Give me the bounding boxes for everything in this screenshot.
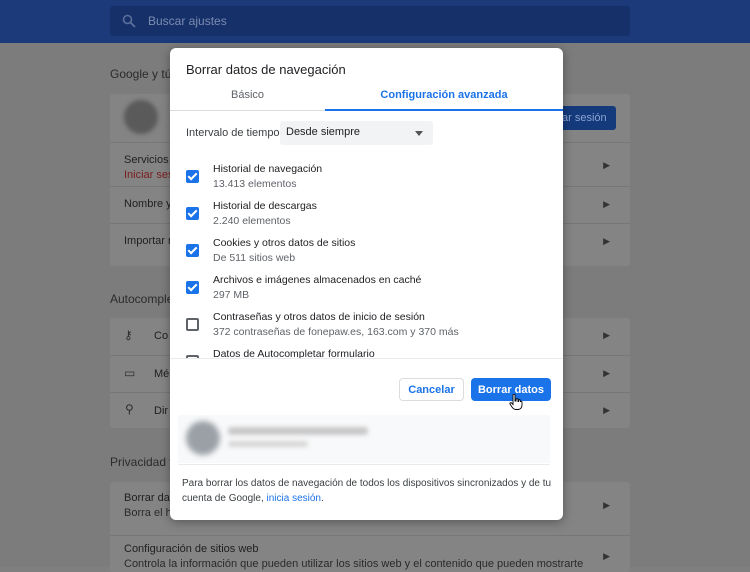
signin-link[interactable]: inicia sesión	[267, 493, 321, 504]
avatar	[186, 421, 220, 455]
list-item-download-history[interactable]: Historial de descargas 2.240 elementos	[170, 198, 563, 235]
sync-notice: Para borrar los datos de navegación de t…	[182, 478, 552, 504]
time-range-value: Desde siempre	[286, 126, 360, 138]
section-title-google: Google y tú	[110, 67, 172, 81]
account-email-blurred	[228, 441, 308, 447]
signin-button[interactable]: ar sesión	[556, 106, 616, 130]
checkbox-browsing-history[interactable]	[186, 170, 199, 183]
checkbox-download-history[interactable]	[186, 207, 199, 220]
avatar	[124, 100, 158, 134]
tab-basic[interactable]: Básico	[170, 89, 325, 111]
site-settings-row[interactable]: Configuración de sitios web Controla la …	[110, 535, 630, 572]
search-placeholder: Buscar ajustes	[148, 14, 227, 28]
time-range-select[interactable]: Desde siempre	[280, 121, 433, 145]
account-name-blurred	[228, 427, 368, 435]
account-info	[178, 415, 550, 463]
tab-advanced[interactable]: Configuración avanzada	[325, 89, 563, 111]
dialog-title: Borrar datos de navegación	[186, 62, 346, 77]
chevron-right-icon: ▶	[603, 236, 610, 246]
data-types-list[interactable]: Historial de navegación 13.413 elementos…	[170, 153, 563, 358]
section-title-autofill: Autocomplet	[110, 292, 177, 306]
checkbox-cache[interactable]	[186, 281, 199, 294]
dropdown-arrow-icon	[415, 131, 423, 136]
credit-card-icon: ▭	[124, 366, 136, 380]
chevron-right-icon: ▶	[603, 368, 610, 378]
time-range-label: Intervalo de tiempo	[186, 127, 280, 139]
settings-header: Buscar ajustes	[0, 0, 750, 43]
list-item-passwords[interactable]: Contraseñas y otros datos de inicio de s…	[170, 309, 563, 346]
list-item-autofill[interactable]: Datos de Autocompletar formulario	[170, 346, 563, 358]
hand-cursor-icon	[509, 394, 523, 410]
cancel-button[interactable]: Cancelar	[399, 378, 464, 401]
active-tab-indicator	[325, 109, 563, 111]
chevron-right-icon: ▶	[603, 160, 610, 170]
list-item-cache[interactable]: Archivos e imágenes almacenados en caché…	[170, 272, 563, 309]
search-bar[interactable]: Buscar ajustes	[110, 6, 630, 36]
list-item-cookies[interactable]: Cookies y otros datos de sitios De 511 s…	[170, 235, 563, 272]
chevron-right-icon: ▶	[603, 500, 610, 510]
section-title-privacy: Privacidad y	[110, 455, 176, 469]
chevron-right-icon: ▶	[603, 199, 610, 209]
divider	[170, 358, 563, 359]
search-icon	[122, 14, 136, 28]
list-item-browsing-history[interactable]: Historial de navegación 13.413 elementos	[170, 161, 563, 198]
checkbox-passwords[interactable]	[186, 318, 199, 331]
checkbox-cookies[interactable]	[186, 244, 199, 257]
key-icon: ⚷	[124, 328, 133, 342]
chevron-right-icon: ▶	[603, 405, 610, 415]
chevron-right-icon: ▶	[603, 330, 610, 340]
divider	[178, 464, 550, 465]
chevron-right-icon: ▶	[603, 551, 610, 561]
location-pin-icon: ⚲	[125, 402, 134, 416]
clear-browsing-data-dialog: Borrar datos de navegación Básico Config…	[170, 48, 563, 520]
